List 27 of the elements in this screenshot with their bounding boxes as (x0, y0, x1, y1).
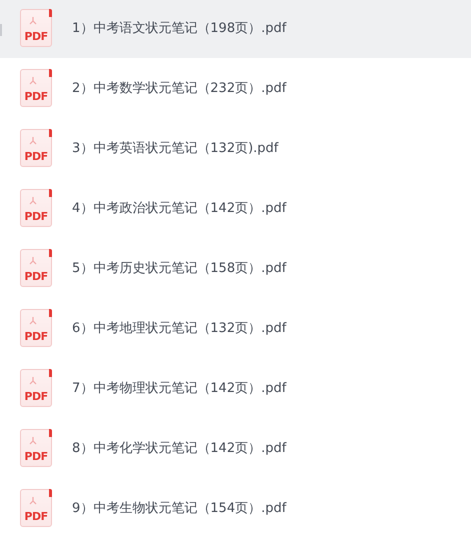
file-name: 4）中考政治状元笔记（142页）.pdf (72, 200, 286, 217)
pdf-file-icon: PDF (20, 489, 52, 527)
pdf-file-icon: PDF (20, 69, 52, 107)
file-name: 2）中考数学状元笔记（232页）.pdf (72, 80, 286, 97)
file-name: 1）中考语文状元笔记（198页）.pdf (72, 20, 286, 37)
file-row[interactable]: PDF 2）中考数学状元笔记（232页）.pdf (0, 58, 471, 118)
pdf-file-icon: PDF (20, 429, 52, 467)
file-name: 9）中考生物状元笔记（154页）.pdf (72, 500, 286, 517)
file-row[interactable]: PDF 6）中考地理状元笔记（132页）.pdf (0, 298, 471, 358)
file-row[interactable]: PDF 5）中考历史状元笔记（158页）.pdf (0, 238, 471, 298)
file-row[interactable]: PDF 7）中考物理状元笔记（142页）.pdf (0, 358, 471, 418)
file-row[interactable]: PDF 8）中考化学状元笔记（142页）.pdf (0, 418, 471, 478)
file-row[interactable]: PDF 1）中考语文状元笔记（198页）.pdf (0, 0, 471, 58)
pdf-file-icon: PDF (20, 369, 52, 407)
file-name: 5）中考历史状元笔记（158页）.pdf (72, 260, 286, 277)
file-row[interactable]: PDF 3）中考英语状元笔记（132页).pdf (0, 118, 471, 178)
file-row[interactable]: PDF 9）中考生物状元笔记（154页）.pdf (0, 478, 471, 538)
pdf-file-icon: PDF (20, 249, 52, 287)
file-name: 6）中考地理状元笔记（132页）.pdf (72, 320, 286, 337)
pdf-file-icon: PDF (20, 129, 52, 167)
pdf-file-icon: PDF (20, 9, 52, 47)
file-name: 3）中考英语状元笔记（132页).pdf (72, 140, 278, 157)
pdf-file-icon: PDF (20, 309, 52, 347)
file-row[interactable]: PDF 4）中考政治状元笔记（142页）.pdf (0, 178, 471, 238)
file-name: 8）中考化学状元笔记（142页）.pdf (72, 440, 286, 457)
pdf-file-icon: PDF (20, 189, 52, 227)
file-name: 7）中考物理状元笔记（142页）.pdf (72, 380, 286, 397)
